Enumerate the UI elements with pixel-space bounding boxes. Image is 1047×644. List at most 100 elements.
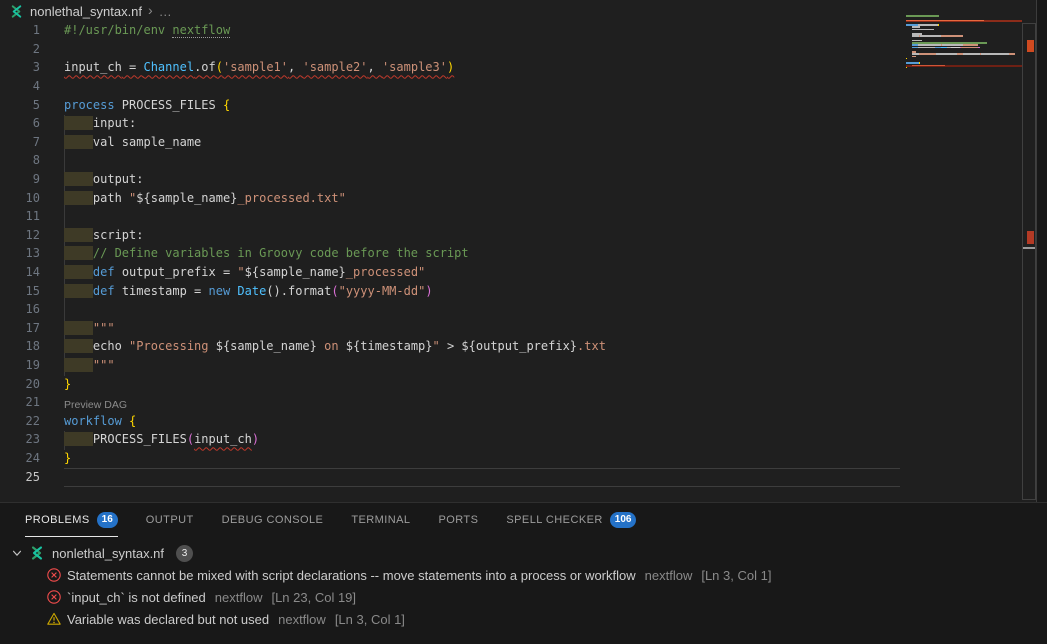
code-line-15[interactable]: 15 def timestamp = new Date().format("yy… [0, 281, 1022, 300]
code-token: echo [93, 339, 129, 353]
code-token: } [64, 451, 71, 465]
code-token [64, 172, 93, 186]
panel-tab-terminal[interactable]: TERMINAL [351, 503, 410, 537]
code-line-24[interactable]: 24} [0, 449, 1022, 468]
code-token: #!/usr/bin/env [64, 23, 172, 37]
code-line-5[interactable]: 5process PROCESS_FILES { [0, 95, 1022, 114]
warning-icon [46, 611, 62, 627]
panel-tab-debug-console[interactable]: DEBUG CONSOLE [222, 503, 324, 537]
line-number-7[interactable]: 7 [0, 135, 40, 149]
line-number-24[interactable]: 24 [0, 451, 40, 465]
code-line-3[interactable]: 3input_ch = Channel.of('sample1', 'sampl… [0, 58, 1022, 77]
line-number-6[interactable]: 6 [0, 116, 40, 130]
code-line-18[interactable]: 18 echo "Processing ${sample_name} on ${… [0, 337, 1022, 356]
code-line-22[interactable]: 22workflow { [0, 411, 1022, 430]
ruler-mark-cursor-line-25 [1023, 247, 1035, 249]
code-token: = [122, 60, 144, 74]
code-token: """ [93, 321, 115, 335]
line-number-25[interactable]: 25 [0, 470, 40, 484]
code-line-20[interactable]: 20} [0, 374, 1022, 393]
code-line-9[interactable]: 9 output: [0, 170, 1022, 189]
line-number-12[interactable]: 12 [0, 228, 40, 242]
code-token: . [281, 284, 288, 298]
code-token [64, 284, 93, 298]
line-number-23[interactable]: 23 [0, 432, 40, 446]
chevron-down-icon[interactable] [10, 546, 24, 560]
scrollbar-overview-ruler[interactable] [1022, 23, 1036, 500]
code-token: ${sample_name} [216, 339, 317, 353]
code-line-7[interactable]: 7 val sample_name [0, 133, 1022, 152]
code-token [64, 265, 93, 279]
line-number-8[interactable]: 8 [0, 153, 40, 167]
nextflow-file-icon [29, 545, 45, 561]
line-number-16[interactable]: 16 [0, 302, 40, 316]
code-token: ( [216, 60, 223, 74]
problem-row-warning[interactable]: Variable was declared but not usednextfl… [0, 608, 1047, 630]
line-number-19[interactable]: 19 [0, 358, 40, 372]
code-token: " [433, 339, 440, 353]
line-number-4[interactable]: 4 [0, 79, 40, 93]
line-number-17[interactable]: 17 [0, 321, 40, 335]
code-token: script: [93, 228, 144, 242]
line-number-9[interactable]: 9 [0, 172, 40, 186]
code-token: _processed" [346, 265, 425, 279]
code-token: > [440, 339, 462, 353]
line-number-10[interactable]: 10 [0, 191, 40, 205]
codelens-preview-dag[interactable]: Preview DAG [64, 399, 127, 411]
panel-tab-output[interactable]: OUTPUT [146, 503, 194, 537]
line-number-5[interactable]: 5 [0, 98, 40, 112]
code-line-23[interactable]: 23 PROCESS_FILES(input_ch) [0, 430, 1022, 449]
line-number-13[interactable]: 13 [0, 246, 40, 260]
bottom-panel: PROBLEMS16 OUTPUT DEBUG CONSOLE TERMINAL POR… [0, 502, 1047, 644]
line-content: } [64, 451, 71, 465]
code-line-19[interactable]: 19 """ [0, 356, 1022, 375]
problem-row-error[interactable]: Statements cannot be mixed with script d… [0, 564, 1047, 586]
line-number-18[interactable]: 18 [0, 339, 40, 353]
code-token: ) [447, 60, 454, 74]
problems-file-group[interactable]: nonlethal_syntax.nf 3 [0, 542, 1047, 564]
line-number-11[interactable]: 11 [0, 209, 40, 223]
panel-tab-ports[interactable]: PORTS [438, 503, 478, 537]
code-line-1[interactable]: 1#!/usr/bin/env nextflow [0, 21, 1022, 40]
line-content: output: [64, 172, 143, 186]
line-number-15[interactable]: 15 [0, 284, 40, 298]
panel-tab-label: OUTPUT [146, 514, 194, 526]
code-line-2[interactable]: 2 [0, 40, 1022, 59]
nextflow-file-icon [9, 4, 24, 19]
code-line-21[interactable]: 21 [0, 393, 1022, 412]
code-token: on [317, 339, 346, 353]
code-token: format [288, 284, 331, 298]
code-line-13[interactable]: 13 // Define variables in Groovy code be… [0, 244, 1022, 263]
line-number-20[interactable]: 20 [0, 377, 40, 391]
code-token: // Define variables in Groovy code befor… [93, 246, 469, 260]
code-token: PROCESS_FILES [122, 98, 223, 112]
line-number-3[interactable]: 3 [0, 60, 40, 74]
code-line-6[interactable]: 6 input: [0, 114, 1022, 133]
code-line-17[interactable]: 17 """ [0, 319, 1022, 338]
code-line-14[interactable]: 14 def output_prefix = "${sample_name}_p… [0, 263, 1022, 282]
panel-tab-problems[interactable]: PROBLEMS16 [25, 503, 118, 537]
code-line-10[interactable]: 10 path "${sample_name}_processed.txt" [0, 188, 1022, 207]
ruler-mark-error-line-23 [1027, 231, 1034, 244]
panel-tab-label: PROBLEMS [25, 514, 90, 526]
minimap[interactable] [906, 15, 1022, 71]
line-number-1[interactable]: 1 [0, 23, 40, 37]
breadcrumb-symbol-ellipsis[interactable]: … [159, 4, 172, 19]
panel-tab-spell-checker[interactable]: SPELL CHECKER106 [506, 503, 636, 537]
line-number-2[interactable]: 2 [0, 42, 40, 56]
code-token: ${timestamp} [346, 339, 433, 353]
line-number-21[interactable]: 21 [0, 395, 40, 409]
code-line-11[interactable]: 11 [0, 207, 1022, 226]
code-token: 'sample1' [223, 60, 288, 74]
breadcrumb-file-name[interactable]: nonlethal_syntax.nf [30, 4, 142, 19]
line-content: echo "Processing ${sample_name} on ${tim… [64, 339, 606, 353]
problem-list: Statements cannot be mixed with script d… [0, 564, 1047, 630]
code-line-12[interactable]: 12 script: [0, 226, 1022, 245]
code-line-4[interactable]: 4 [0, 77, 1022, 96]
code-token: ${sample_name} [245, 265, 346, 279]
code-line-8[interactable]: 8 [0, 151, 1022, 170]
line-number-14[interactable]: 14 [0, 265, 40, 279]
problem-row-error[interactable]: `input_ch` is not definednextflow[Ln 23,… [0, 586, 1047, 608]
code-line-16[interactable]: 16 [0, 300, 1022, 319]
line-number-22[interactable]: 22 [0, 414, 40, 428]
